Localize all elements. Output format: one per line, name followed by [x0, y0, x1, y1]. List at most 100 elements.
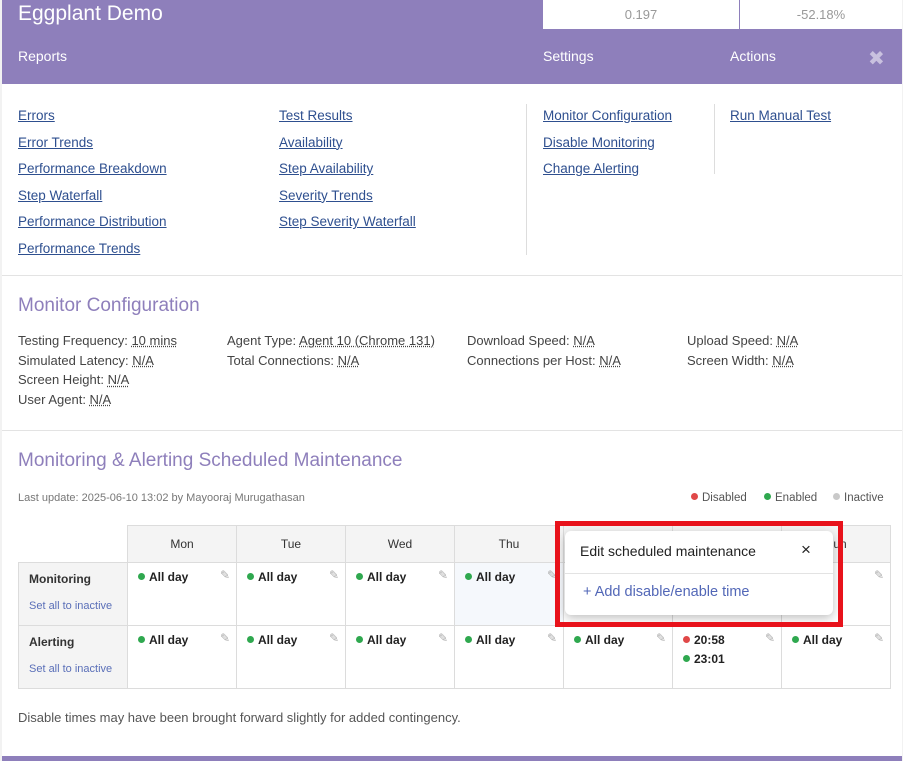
config-value: N/A — [107, 372, 130, 388]
config-label: Testing Frequency: — [18, 333, 132, 348]
schedule-cell[interactable]: All day ✎ — [454, 562, 564, 626]
day-header: Mon — [127, 525, 237, 563]
popup-divider — [565, 573, 833, 574]
schedule-cell[interactable]: All day ✎ — [127, 625, 237, 689]
metric-value-1: 0.197 — [543, 0, 739, 29]
nav-link[interactable]: Severity Trends — [279, 183, 416, 210]
config-item: Agent Type: Agent 10 (Chrome 131) — [227, 331, 435, 351]
pencil-icon[interactable]: ✎ — [547, 631, 557, 645]
config-label: Simulated Latency: — [18, 352, 133, 368]
enabled-dot-icon — [138, 573, 145, 581]
row-header: Monitoring Set all to inactive — [18, 562, 128, 626]
enabled-dot-icon — [465, 573, 472, 581]
divider — [526, 104, 527, 255]
schedule-cell[interactable]: All day ✎ — [563, 625, 673, 689]
maintenance-title: Monitoring & Alerting Scheduled Maintena… — [18, 450, 403, 471]
entry-text: All day — [149, 570, 189, 584]
nav-link[interactable]: Disable Monitoring — [543, 130, 672, 157]
nav-link[interactable]: Errors — [18, 103, 167, 130]
header-bar: Eggplant Demo 0.197 -52.18% Reports Sett… — [2, 0, 902, 84]
close-icon[interactable]: ✖ — [868, 46, 885, 71]
nav-link[interactable]: Availability — [279, 130, 416, 157]
config-value: N/A — [772, 352, 794, 368]
pencil-icon[interactable]: ✎ — [329, 568, 339, 582]
entry-text: 20:58 — [694, 633, 725, 647]
pencil-icon[interactable]: ✎ — [220, 568, 230, 582]
enabled-dot-icon — [356, 573, 363, 581]
nav-actions: Actions — [730, 48, 776, 64]
schedule-entry: 23:01 — [683, 650, 781, 669]
nav-link[interactable]: Performance Breakdown — [18, 156, 167, 183]
nav-link[interactable]: Run Manual Test — [730, 103, 831, 130]
popup-close-icon[interactable]: × — [801, 540, 811, 560]
row-header: Alerting Set all to inactive — [18, 625, 128, 689]
pencil-icon[interactable]: ✎ — [438, 568, 448, 582]
entry-text: All day — [803, 633, 843, 647]
nav-link[interactable]: Monitor Configuration — [543, 103, 672, 130]
schedule-cell[interactable]: All day ✎ — [236, 562, 346, 626]
set-all-inactive-link[interactable]: Set all to inactive — [29, 600, 127, 612]
divider — [714, 104, 715, 174]
schedule-cell[interactable]: All day ✎ — [781, 625, 891, 689]
config-item: Screen Height: N/A — [18, 370, 177, 390]
monitor-config-title: Monitor Configuration — [18, 295, 200, 316]
popup-title: Edit scheduled maintenance — [580, 543, 756, 559]
pencil-icon[interactable]: ✎ — [547, 568, 557, 582]
config-label: Screen Width: — [687, 352, 773, 368]
nav-link[interactable]: Step Availability — [279, 156, 416, 183]
page-title: Eggplant Demo — [18, 2, 163, 25]
disabled-dot-icon — [691, 493, 698, 501]
config-item: User Agent: N/A — [18, 390, 177, 410]
legend-label: Inactive — [844, 492, 884, 504]
config-label: Total Connections: — [227, 352, 338, 368]
set-all-inactive-link[interactable]: Set all to inactive — [29, 663, 127, 675]
nav-link[interactable]: Performance Trends — [18, 236, 167, 263]
config-value: N/A — [337, 352, 360, 368]
add-disable-enable-time-link[interactable]: + Add disable/enable time — [583, 584, 749, 600]
enabled-dot-icon — [247, 573, 254, 581]
main-panel: Eggplant Demo 0.197 -52.18% Reports Sett… — [2, 0, 902, 761]
pencil-icon[interactable]: ✎ — [874, 568, 884, 582]
section-divider — [2, 430, 902, 431]
reports-column-1: Errors Error Trends Performance Breakdown S… — [18, 103, 167, 263]
enabled-dot-icon — [465, 636, 472, 644]
reports-column-2: Test Results Availability Step Availabilit… — [279, 103, 416, 236]
schedule-cell[interactable]: All day ✎ — [345, 625, 455, 689]
schedule-cell[interactable]: All day ✎ — [236, 625, 346, 689]
legend-enabled: Enabled — [764, 492, 817, 504]
nav-link[interactable]: Performance Distribution — [18, 209, 167, 236]
pencil-icon[interactable]: ✎ — [329, 631, 339, 645]
config-item: Connections per Host: N/A — [467, 351, 621, 371]
schedule-cell[interactable]: All day ✎ — [454, 625, 564, 689]
row-name: Alerting — [29, 635, 75, 649]
enabled-dot-icon — [683, 655, 690, 663]
pencil-icon[interactable]: ✎ — [220, 631, 230, 645]
config-value: Agent 10 (Chrome 131) — [299, 333, 435, 348]
pencil-icon[interactable]: ✎ — [438, 631, 448, 645]
pencil-icon[interactable]: ✎ — [765, 631, 775, 645]
entry-text: 23:01 — [694, 652, 725, 666]
schedule-cell[interactable]: All day ✎ — [127, 562, 237, 626]
pencil-icon[interactable]: ✎ — [874, 631, 884, 645]
config-label: Agent Type: — [227, 333, 300, 348]
footnote: Disable times may have been brought forw… — [18, 710, 461, 725]
config-column-1: Testing Frequency: 10 mins Simulated Late… — [18, 331, 177, 410]
pencil-icon[interactable]: ✎ — [656, 631, 666, 645]
nav-link[interactable]: Test Results — [279, 103, 416, 130]
inactive-dot-icon — [833, 493, 840, 501]
schedule-cell[interactable]: All day ✎ — [345, 562, 455, 626]
nav-reports: Reports — [18, 48, 68, 64]
schedule-cell[interactable]: 20:58 23:01 ✎ — [672, 625, 782, 689]
legend-label: Enabled — [775, 492, 818, 504]
config-value: 10 mins — [131, 333, 177, 348]
nav-link[interactable]: Step Waterfall — [18, 183, 167, 210]
nav-link[interactable]: Step Severity Waterfall — [279, 209, 416, 236]
actions-links: Run Manual Test — [730, 103, 831, 130]
config-value: N/A — [776, 333, 799, 348]
nav-link[interactable]: Error Trends — [18, 130, 167, 157]
day-header: Thu — [454, 525, 564, 563]
nav-link[interactable]: Change Alerting — [543, 156, 672, 183]
config-label: Connections per Host: — [467, 352, 600, 368]
metric-value-2: -52.18% — [740, 0, 902, 29]
config-label: Screen Height: — [18, 372, 108, 388]
